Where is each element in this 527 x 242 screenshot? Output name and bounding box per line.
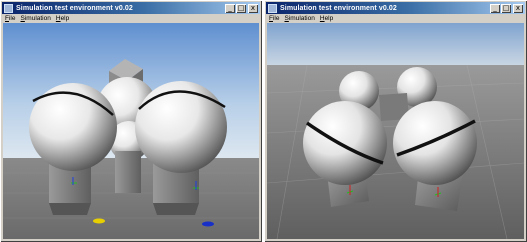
scene-render[interactable] — [3, 23, 259, 239]
minimize-button[interactable]: _ — [490, 3, 500, 13]
sphere-front-left — [303, 101, 387, 185]
menu-simulation[interactable]: Simulation — [285, 15, 315, 22]
menu-file[interactable]: File — [5, 15, 16, 22]
sky — [267, 23, 524, 65]
app-icon[interactable] — [268, 3, 277, 13]
simulation-window-right: Simulation test environment v0.02 _ □ x … — [264, 0, 527, 242]
menu-help[interactable]: Help — [56, 15, 69, 22]
minimize-button[interactable]: _ — [225, 3, 235, 13]
menu-bar: File Simulation Help — [3, 14, 259, 23]
menu-help[interactable]: Help — [320, 15, 333, 22]
app-icon[interactable] — [4, 3, 13, 13]
simulation-window-left: Simulation test environment v0.02 _ □ x … — [0, 0, 262, 242]
sphere-front-right — [393, 101, 477, 185]
window-title: Simulation test environment v0.02 — [16, 4, 133, 12]
3d-viewport[interactable] — [267, 23, 524, 239]
close-button[interactable]: x — [248, 3, 258, 13]
sphere-right — [135, 81, 227, 173]
scene-render[interactable] — [267, 23, 524, 239]
menu-bar: File Simulation Help — [267, 14, 524, 23]
window-title: Simulation test environment v0.02 — [280, 4, 397, 12]
menu-file[interactable]: File — [269, 15, 280, 22]
close-button[interactable]: x — [513, 3, 523, 13]
3d-viewport[interactable] — [3, 23, 259, 239]
marker-blue — [202, 221, 214, 227]
title-bar[interactable]: Simulation test environment v0.02 _ □ x — [2, 2, 260, 14]
maximize-button[interactable]: □ — [501, 3, 511, 13]
marker-yellow — [93, 218, 105, 224]
menu-simulation[interactable]: Simulation — [21, 15, 51, 22]
title-bar[interactable]: Simulation test environment v0.02 _ □ x — [266, 2, 525, 14]
maximize-button[interactable]: □ — [236, 3, 246, 13]
leg-box-center — [115, 151, 141, 193]
